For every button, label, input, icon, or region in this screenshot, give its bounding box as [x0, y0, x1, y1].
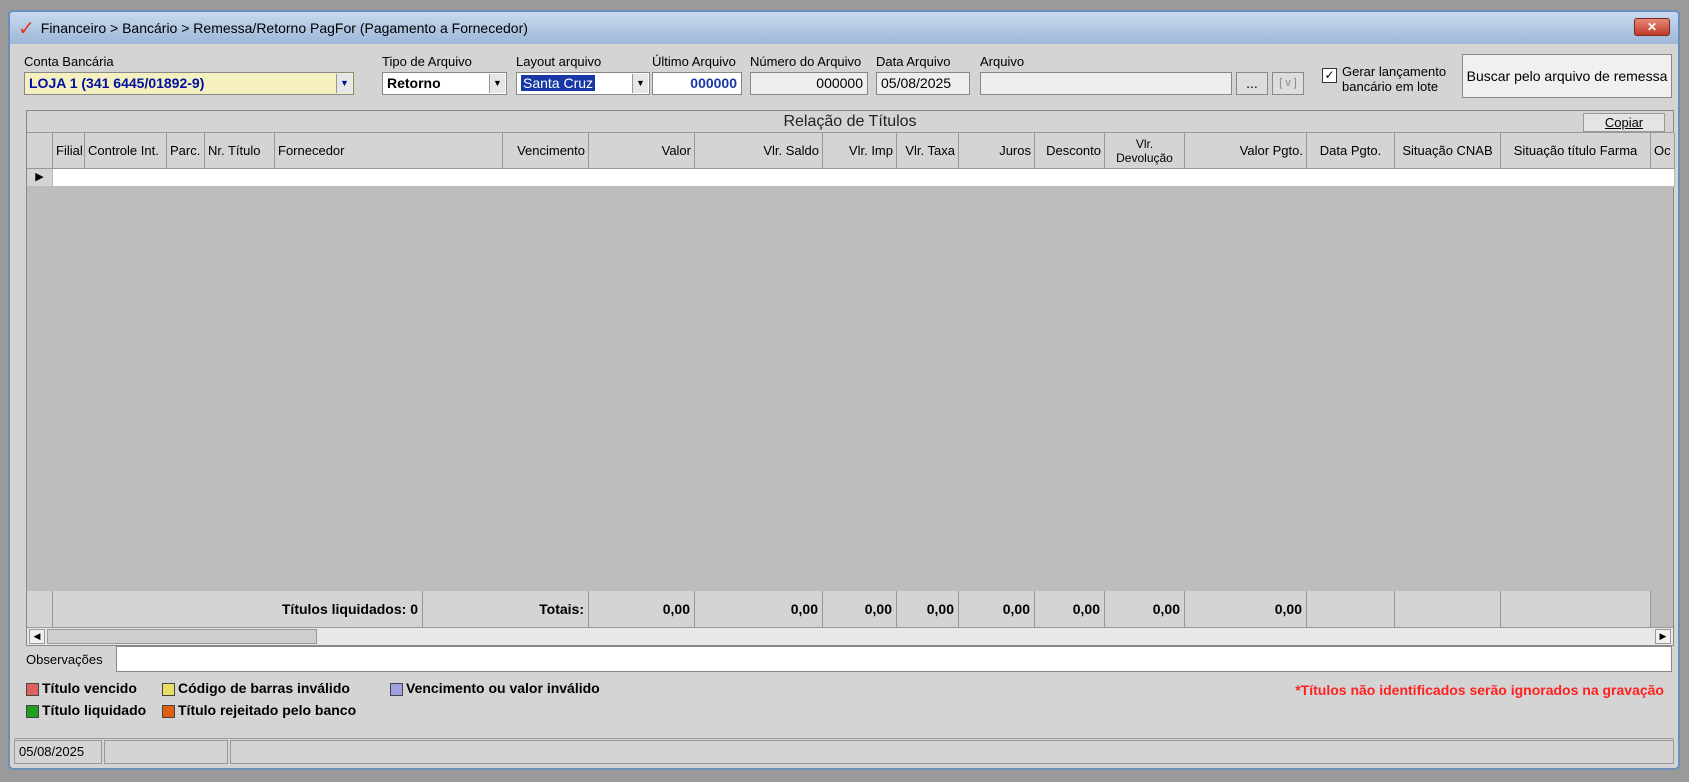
tipo-value: Retorno	[387, 75, 441, 91]
col-controle[interactable]: Controle Int.	[85, 133, 167, 169]
legend-rejeitado-label: Título rejeitado pelo banco	[178, 702, 357, 718]
gerar-checkbox[interactable]: ✓	[1322, 68, 1337, 83]
data-label: Data Arquivo	[876, 54, 951, 69]
titulos-liquidados: Títulos liquidados: 0	[53, 591, 423, 627]
numero-field[interactable]: 000000	[750, 72, 868, 95]
legend-swatch-vencido	[26, 682, 39, 696]
grid-title: Relação de Títulos	[27, 111, 1673, 133]
col-valor-pgto[interactable]: Valor Pgto.	[1185, 133, 1307, 169]
buscar-remessa-button[interactable]: Buscar pelo arquivo de remessa	[1462, 54, 1672, 98]
legend-vencido-label: Título vencido	[42, 680, 137, 696]
total-valor-pgto: 0,00	[1185, 591, 1307, 627]
legend-liquidado: Título liquidado	[26, 702, 146, 718]
total-empty-2	[1395, 591, 1501, 627]
total-empty-1	[1307, 591, 1395, 627]
titulos-grid: Relação de Títulos Copiar Filial Control…	[26, 110, 1675, 646]
conta-value: LOJA 1 (341 6445/01892-9)	[29, 75, 205, 91]
conta-label: Conta Bancária	[24, 54, 114, 69]
ultimo-label: Último Arquivo	[652, 54, 736, 69]
layout-select[interactable]: Santa Cruz ▼	[516, 72, 650, 95]
col-filial[interactable]: Filial	[53, 133, 85, 169]
layout-value: Santa Cruz	[521, 75, 596, 91]
total-valor: 0,00	[589, 591, 695, 627]
ultimo-field[interactable]: 000000	[652, 72, 742, 95]
copy-button[interactable]: Copiar	[1583, 113, 1665, 132]
col-juros[interactable]: Juros	[959, 133, 1035, 169]
legend-codigo: Código de barras inválido	[162, 680, 350, 696]
window-title: Financeiro > Bancário > Remessa/Retorno …	[40, 20, 528, 36]
table-row[interactable]	[53, 169, 1675, 187]
close-button[interactable]: ✕	[1634, 18, 1670, 36]
browse-button[interactable]: ...	[1236, 72, 1268, 95]
gerar-label: Gerar lançamento bancário em lote	[1342, 64, 1446, 94]
col-oc[interactable]: Oc	[1651, 133, 1675, 169]
row-pointer-icon: ▶	[27, 169, 53, 187]
total-vlr-saldo: 0,00	[695, 591, 823, 627]
legend-swatch-codigo	[162, 682, 175, 696]
totals-indicator	[27, 591, 53, 627]
conta-select[interactable]: LOJA 1 (341 6445/01892-9) ▼	[24, 72, 354, 95]
warning-text: *Títulos não identificados serão ignorad…	[1295, 682, 1664, 698]
row-indicator-header	[27, 133, 53, 169]
gerar-label-line2: bancário em lote	[1342, 79, 1439, 94]
total-vlr-taxa: 0,00	[897, 591, 959, 627]
col-valor[interactable]: Valor	[589, 133, 695, 169]
chevron-down-icon[interactable]: ▼	[336, 74, 352, 93]
legend-vencido: Título vencido	[26, 680, 137, 696]
arquivo-label: Arquivo	[980, 54, 1025, 69]
legend-rejeitado: Título rejeitado pelo banco	[162, 702, 356, 718]
legend-swatch-rejeitado	[162, 704, 175, 718]
col-vlr-saldo[interactable]: Vlr. Saldo	[695, 133, 823, 169]
col-vlr-taxa[interactable]: Vlr. Taxa	[897, 133, 959, 169]
total-vlr-devolucao: 0,00	[1105, 591, 1185, 627]
col-vencimento[interactable]: Vencimento	[503, 133, 589, 169]
status-panel-3	[230, 740, 1674, 764]
scroll-right-icon[interactable]: ▶	[1655, 629, 1671, 644]
status-date: 05/08/2025	[14, 740, 102, 764]
legend-venc-valor: Vencimento ou valor inválido	[390, 680, 600, 696]
legend-swatch-liquidado	[26, 704, 39, 718]
col-nr-titulo[interactable]: Nr. Título	[205, 133, 275, 169]
status-divider	[14, 738, 1674, 739]
tipo-label: Tipo de Arquivo	[382, 54, 472, 69]
col-vlr-devolucao[interactable]: Vlr. Devolução	[1105, 133, 1185, 169]
total-empty-3	[1501, 591, 1651, 627]
col-parc[interactable]: Parc.	[167, 133, 205, 169]
col-data-pgto[interactable]: Data Pgto.	[1307, 133, 1395, 169]
tipo-select[interactable]: Retorno ▼	[382, 72, 507, 95]
col-situacao-farma[interactable]: Situação título Farma	[1501, 133, 1651, 169]
status-panel-2	[104, 740, 228, 764]
totais-label: Totais:	[423, 591, 589, 627]
observacoes-label: Observações	[26, 652, 103, 667]
legend-swatch-venc-valor	[390, 682, 403, 696]
app-logo-icon: ✓	[18, 16, 35, 40]
numero-label: Número do Arquivo	[750, 54, 862, 69]
col-desconto[interactable]: Desconto	[1035, 133, 1105, 169]
view-button[interactable]: [ v ]	[1272, 72, 1304, 95]
layout-label: Layout arquivo	[516, 54, 602, 69]
arquivo-field[interactable]	[980, 72, 1232, 95]
scroll-thumb[interactable]	[47, 629, 317, 644]
legend-venc-valor-label: Vencimento ou valor inválido	[406, 680, 600, 696]
observacoes-field[interactable]	[116, 646, 1672, 672]
legend-liquidado-label: Título liquidado	[42, 702, 147, 718]
main-window: ✓ Financeiro > Bancário > Remessa/Retorn…	[8, 10, 1680, 770]
col-situacao-cnab[interactable]: Situação CNAB	[1395, 133, 1501, 169]
scroll-left-icon[interactable]: ◀	[29, 629, 45, 644]
total-juros: 0,00	[959, 591, 1035, 627]
total-vlr-imp: 0,00	[823, 591, 897, 627]
chevron-down-icon[interactable]: ▼	[632, 74, 648, 93]
legend-codigo-label: Código de barras inválido	[178, 680, 350, 696]
title-bar: ✓ Financeiro > Bancário > Remessa/Retorn…	[10, 12, 1678, 44]
total-desconto: 0,00	[1035, 591, 1105, 627]
col-fornecedor[interactable]: Fornecedor	[275, 133, 503, 169]
horizontal-scrollbar[interactable]: ◀ ▶	[27, 627, 1673, 645]
chevron-down-icon[interactable]: ▼	[489, 74, 505, 93]
col-vlr-imp[interactable]: Vlr. Imp	[823, 133, 897, 169]
gerar-label-line1: Gerar lançamento	[1342, 64, 1447, 79]
data-field[interactable]: 05/08/2025	[876, 72, 970, 95]
